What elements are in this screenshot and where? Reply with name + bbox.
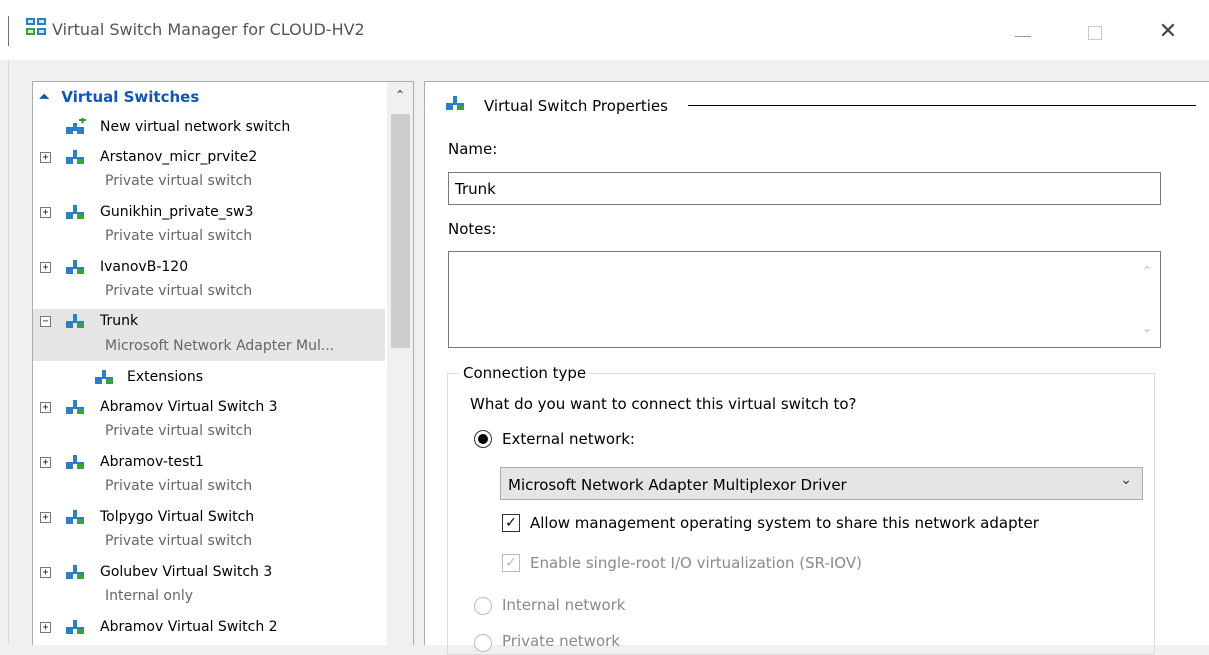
tree-item-subtitle: Private virtual switch [105, 423, 253, 439]
tree-item-switch[interactable]: + Abramov-test1 [33, 451, 385, 474]
section-title: Virtual Switches [61, 88, 200, 106]
tree-item-subtitle: Microsoft Network Adapter Mul... [105, 338, 335, 354]
tree-item-label: Abramov-test1 [100, 454, 204, 470]
scroll-thumb[interactable] [391, 114, 410, 348]
tree-item-switch[interactable]: + Tolpygo Virtual Switch [33, 506, 385, 529]
connection-type-title: Connection type [459, 364, 591, 382]
virtual-switch-manager-icon [26, 18, 46, 35]
expand-plus-icon[interactable]: + [40, 457, 51, 468]
tree-item-subtitle: Private virtual switch [105, 478, 253, 494]
tree-item-switch[interactable]: + Abramov Virtual Switch 2 [33, 616, 385, 639]
tree-item-subtitle: Internal only [105, 588, 194, 604]
switch-icon [66, 510, 84, 524]
new-switch-icon [66, 118, 86, 134]
extensions-icon [95, 370, 113, 384]
network-adapter-select[interactable]: Microsoft Network Adapter Multiplexor Dr… [500, 467, 1143, 500]
switch-icon [66, 565, 84, 579]
tree-item-switch[interactable]: + Golubev Virtual Switch 3 [33, 561, 385, 584]
tree-item-label: Gunikhin_private_sw3 [100, 204, 254, 220]
close-icon: ✕ [1158, 19, 1178, 44]
expand-plus-icon[interactable]: + [40, 567, 51, 578]
tree-item-label: New virtual network switch [100, 119, 291, 135]
tree-item-label: Abramov Virtual Switch 3 [100, 399, 278, 415]
external-network-label: External network: [502, 430, 635, 448]
allow-management-checkbox[interactable]: ✓ [502, 514, 520, 532]
tree-item-subtitle: Private virtual switch [105, 533, 253, 549]
sriov-label: Enable single-root I/O virtualization (S… [530, 554, 862, 572]
tree-item-switch-selected[interactable]: − Trunk Microsoft Network Adapter Mul... [33, 309, 385, 361]
window-title: Virtual Switch Manager for CLOUD-HV2 [52, 20, 365, 39]
tree-item-switch[interactable]: + Abramov Virtual Switch 3 [33, 396, 385, 419]
tree-item-label: Tolpygo Virtual Switch [100, 509, 255, 525]
external-network-radio[interactable] [474, 430, 492, 448]
expand-plus-icon[interactable]: + [40, 512, 51, 523]
tree-item-subtitle: Private virtual switch [105, 173, 253, 189]
allow-management-label: Allow management operating system to sha… [530, 514, 1039, 532]
expand-plus-icon[interactable]: + [40, 207, 51, 218]
title-bar: Virtual Switch Manager for CLOUD-HV2 ✕ [0, 0, 1209, 60]
name-input[interactable] [449, 173, 1160, 204]
name-field[interactable] [448, 172, 1161, 205]
maximize-icon [1088, 26, 1102, 40]
virtual-switch-tree[interactable]: ⏶ Virtual Switches New virtual network sw… [32, 81, 414, 645]
expand-plus-icon[interactable]: + [40, 622, 51, 633]
expand-plus-icon[interactable]: + [40, 152, 51, 163]
header-divider [688, 105, 1196, 106]
tree-item-new-switch[interactable]: New virtual network switch [33, 116, 385, 139]
internal-network-radio[interactable] [474, 597, 492, 615]
scroll-up-arrow-icon: ⌃ [1141, 264, 1152, 278]
notes-textarea[interactable]: ⌃ ⌄ [448, 251, 1161, 348]
window-edge [8, 16, 9, 46]
internal-network-label: Internal network [502, 596, 626, 614]
tree-item-switch[interactable]: + Arstanov_micr_prvite2 [33, 146, 385, 169]
tree-item-label: IvanovB-120 [100, 259, 189, 275]
switch-icon [66, 455, 84, 469]
switch-icon [446, 96, 464, 110]
tree-item-switch[interactable]: + IvanovB-120 [33, 256, 385, 279]
switch-icon [66, 260, 84, 274]
tree-item-label: Arstanov_micr_prvite2 [100, 149, 258, 165]
switch-icon [66, 620, 84, 634]
expand-plus-icon[interactable]: + [40, 402, 51, 413]
checkmark-icon: ✓ [505, 515, 517, 531]
scroll-up-arrow-icon[interactable]: ⌃ [387, 82, 413, 110]
collapse-chevron-icon: ⏶ [39, 90, 50, 105]
minimize-icon [1015, 36, 1031, 37]
virtual-switch-properties-panel: Virtual Switch Properties Name: Notes: ⌃… [424, 81, 1209, 655]
checkmark-icon: ✓ [505, 555, 517, 571]
tree-item-extensions[interactable]: Extensions [33, 366, 385, 389]
connection-question: What do you want to connect this virtual… [470, 395, 857, 413]
maximize-button[interactable] [1075, 14, 1115, 50]
tree-item-switch[interactable]: + Gunikhin_private_sw3 [33, 201, 385, 224]
window-left-border [8, 60, 9, 644]
notes-label: Notes: [448, 220, 497, 238]
tree-item-subtitle: Private virtual switch [105, 228, 253, 244]
private-network-label: Private network [502, 632, 620, 650]
private-network-radio[interactable] [474, 634, 492, 652]
name-label: Name: [448, 140, 498, 158]
switch-icon [66, 400, 84, 414]
switch-icon [66, 314, 84, 328]
selected-adapter: Microsoft Network Adapter Multiplexor Dr… [508, 476, 847, 494]
section-header-virtual-switches[interactable]: ⏶ Virtual Switches [39, 88, 199, 106]
tree-item-label: Extensions [127, 369, 204, 385]
collapse-minus-icon[interactable]: − [40, 316, 51, 327]
minimize-button[interactable] [1003, 14, 1043, 50]
switch-icon [66, 150, 84, 164]
tree-item-label: Golubev Virtual Switch 3 [100, 564, 273, 580]
expand-plus-icon[interactable]: + [40, 262, 51, 273]
switch-icon [66, 205, 84, 219]
tree-scrollbar[interactable]: ⌃ [387, 82, 413, 645]
close-button[interactable]: ✕ [1148, 14, 1188, 50]
tree-item-label: Abramov Virtual Switch 2 [100, 619, 278, 635]
tree-item-subtitle: Private virtual switch [105, 283, 253, 299]
sriov-checkbox[interactable]: ✓ [502, 554, 520, 572]
scroll-down-arrow-icon: ⌄ [1141, 321, 1152, 335]
properties-header: Virtual Switch Properties [484, 97, 668, 115]
tree-item-label: Trunk [100, 313, 139, 329]
chevron-down-icon: ⌄ [1120, 472, 1132, 488]
